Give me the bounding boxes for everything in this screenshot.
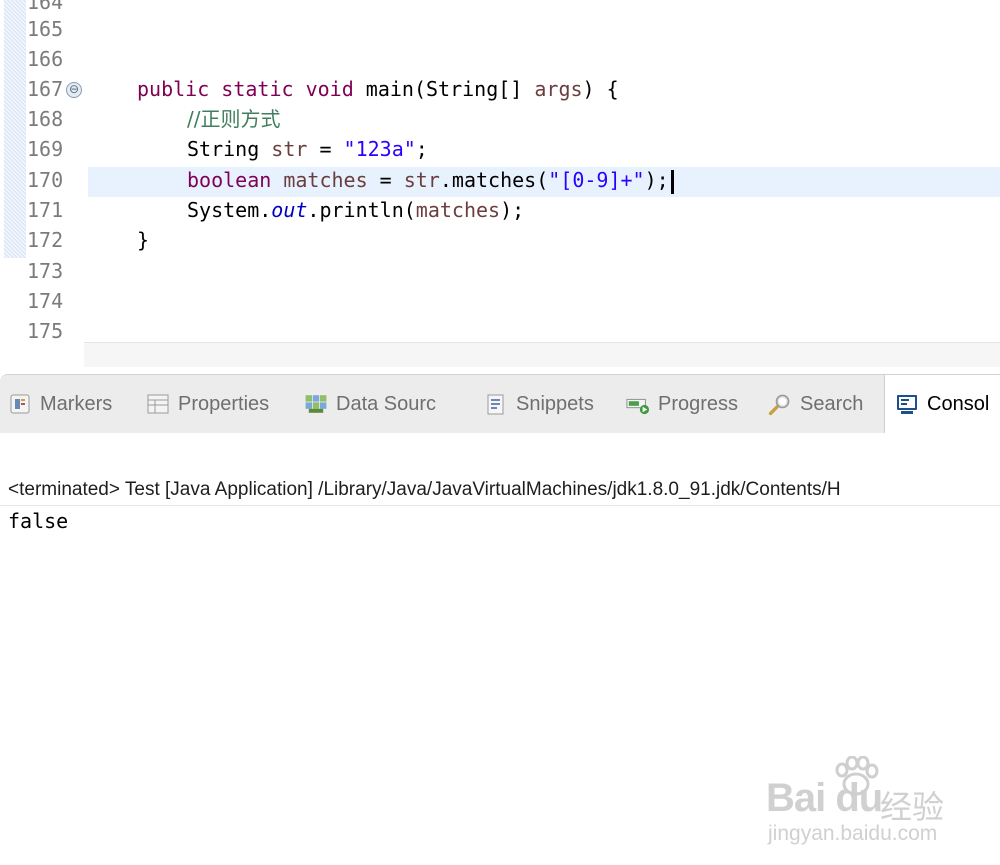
code-token: .println(: [307, 198, 416, 222]
variable-token: matches: [415, 198, 501, 222]
code-line-167[interactable]: public static void main(String[] args) {: [137, 74, 619, 104]
tab-label: Markers: [40, 392, 113, 415]
horizontal-scrollbar[interactable]: [84, 342, 1000, 367]
code-token: ) {: [582, 77, 619, 101]
line-number: 172: [27, 228, 64, 252]
line-number: 166: [27, 47, 64, 71]
tab-label: Search: [800, 392, 864, 415]
console-output[interactable]: false: [8, 509, 68, 533]
tab-data-source[interactable]: Data Sourc: [304, 375, 436, 433]
code-token: );: [500, 198, 525, 222]
variable-token: args: [534, 77, 583, 101]
tab-properties[interactable]: Properties: [146, 375, 269, 433]
tab-label: Properties: [178, 392, 270, 415]
variable-token: str: [403, 168, 440, 192]
console-process-label: <terminated> Test [Java Application] /Li…: [8, 479, 841, 500]
keyword-token: boolean: [187, 168, 284, 192]
divider: [0, 505, 1000, 506]
tab-label: Consol: [927, 392, 990, 415]
text-caret: [670, 169, 674, 194]
watermark-logo-text: Bai du: [766, 776, 883, 820]
search-icon: [768, 392, 792, 416]
code-line-168[interactable]: //正则方式: [187, 104, 280, 134]
line-number: 169: [27, 137, 64, 161]
variable-token: str: [271, 137, 308, 161]
code-token: =: [367, 168, 404, 192]
overview-ruler: [4, 0, 26, 258]
tab-label: Progress: [658, 392, 739, 415]
code-line-169[interactable]: String str = "123a";: [187, 134, 428, 164]
tab-markers[interactable]: Markers: [8, 375, 112, 433]
watermark-url: jingyan.baidu.com: [768, 822, 938, 845]
line-number: 167: [27, 77, 64, 101]
snippets-icon: [484, 392, 508, 416]
baidu-jingyan-watermark: Bai du 经验 jingyan.baidu.com: [762, 752, 962, 852]
line-number: 168: [27, 107, 64, 131]
view-tab-bar: Markers Properties Data Sourc Snippets P…: [0, 374, 1000, 433]
progress-icon: [626, 392, 650, 416]
tab-snippets[interactable]: Snippets: [484, 375, 594, 433]
tab-progress[interactable]: Progress: [626, 375, 738, 433]
collapse-fold-icon[interactable]: ⊖: [66, 82, 82, 98]
code-token: main(String[]: [365, 77, 535, 101]
code-token: }: [137, 228, 150, 252]
keyword-token: public static void: [137, 77, 366, 101]
code-token: .matches(: [439, 168, 549, 192]
code-token: System.: [187, 198, 272, 222]
tab-console[interactable]: Consol: [884, 375, 1000, 433]
static-field-token: out: [271, 198, 308, 222]
code-line-171[interactable]: System.out.println(matches);: [187, 195, 524, 225]
line-number: 173: [27, 259, 64, 283]
line-number: 165: [27, 17, 64, 41]
string-literal-token: "123a": [343, 137, 416, 161]
line-number: 174: [27, 289, 64, 313]
console-icon: [895, 392, 919, 416]
code-line-172[interactable]: }: [137, 225, 149, 255]
data-source-icon: [304, 392, 328, 416]
code-token: );: [644, 168, 669, 192]
line-number: 175: [27, 319, 64, 343]
line-number: 170: [27, 168, 64, 192]
variable-token: matches: [283, 168, 368, 192]
code-token: =: [307, 137, 344, 161]
line-number: 171: [27, 198, 64, 222]
code-token: ;: [415, 137, 428, 161]
tab-search[interactable]: Search: [768, 375, 863, 433]
code-editor[interactable]: 164 165 166 167 168 169 170 171 172 173 …: [0, 0, 1000, 368]
string-literal-token: "[0-9]+": [548, 168, 645, 192]
comment-token: //正则方式: [187, 107, 281, 131]
tab-label: Data Sourc: [336, 392, 437, 415]
markers-icon: [8, 392, 32, 416]
tab-label: Snippets: [516, 392, 594, 415]
code-line-170[interactable]: boolean matches = str.matches("[0-9]+");: [187, 165, 674, 195]
code-token: String: [187, 137, 272, 161]
properties-icon: [146, 392, 170, 416]
